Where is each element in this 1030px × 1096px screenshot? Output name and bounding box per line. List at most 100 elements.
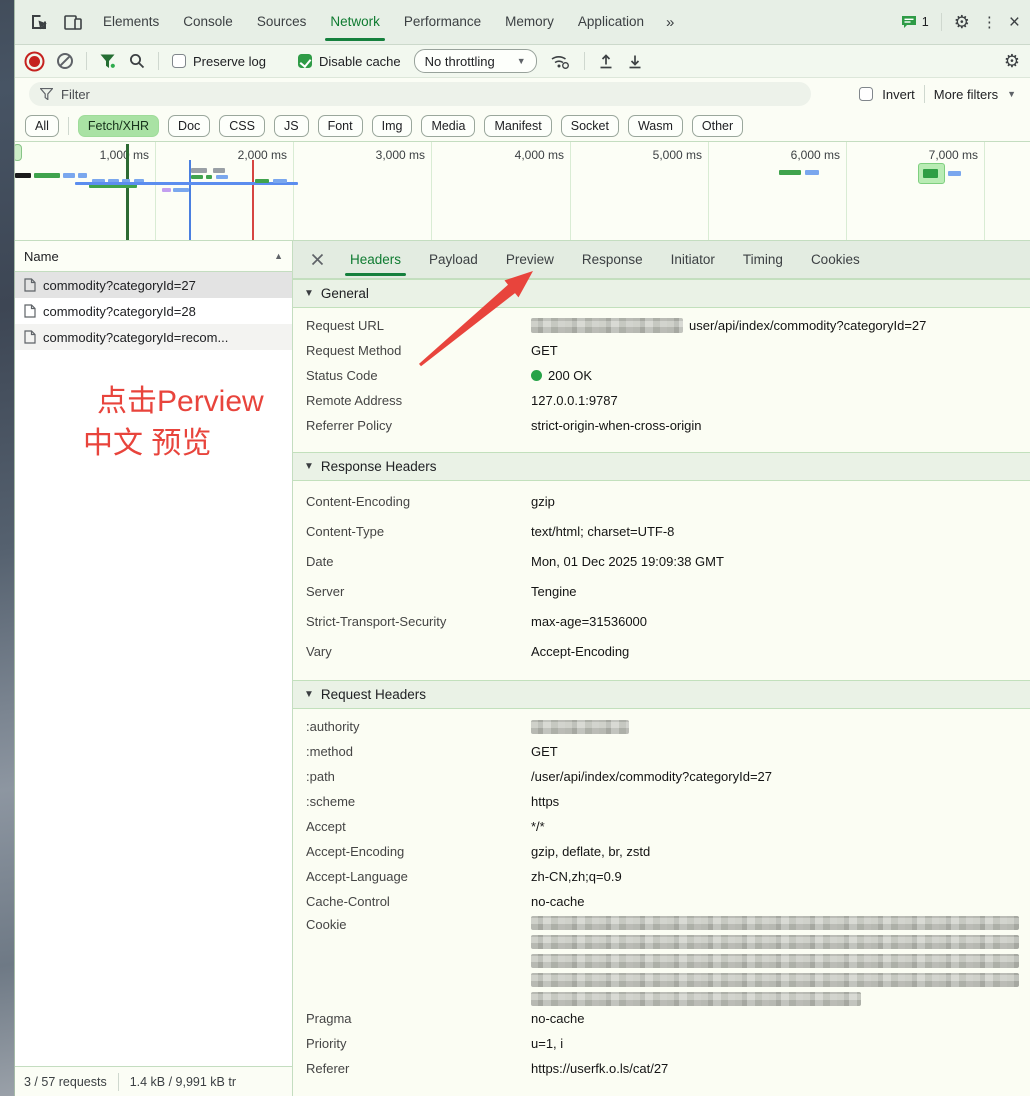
details-tab-payload[interactable]: Payload (429, 241, 478, 278)
details-tab-headers[interactable]: Headers (350, 241, 401, 278)
details-tab-response[interactable]: Response (582, 241, 643, 278)
name-column-header[interactable]: Name ▲ (15, 241, 292, 272)
timeline-tick-label: 3,000 ms (376, 148, 425, 162)
timeline-tick-label: 7,000 ms (929, 148, 978, 162)
network-overview-timeline[interactable]: 1,000 ms2,000 ms3,000 ms4,000 ms5,000 ms… (15, 141, 1030, 241)
header-value-text: gzip (531, 494, 555, 509)
tab-sources[interactable]: Sources (257, 0, 307, 44)
section-header-request-headers[interactable]: ▼Request Headers (293, 680, 1030, 709)
header-name: :scheme (306, 794, 531, 809)
chip-css[interactable]: CSS (219, 115, 265, 137)
details-tab-cookies[interactable]: Cookies (811, 241, 860, 278)
name-column-label: Name (24, 249, 59, 264)
network-settings-gear-icon[interactable]: ⚙ (1004, 51, 1020, 72)
request-row[interactable]: commodity?categoryId=28 (15, 298, 292, 324)
tab-application[interactable]: Application (578, 0, 644, 44)
header-row: Refererhttps://userfk.o.ls/cat/27 (293, 1056, 1030, 1081)
header-name: Accept-Language (306, 869, 531, 884)
chip-wasm[interactable]: Wasm (628, 115, 683, 137)
header-row: Priorityu=1, i (293, 1031, 1030, 1056)
chip-media[interactable]: Media (421, 115, 475, 137)
header-value-text: https://userfk.o.ls/cat/27 (531, 1061, 668, 1076)
disclosure-triangle-icon: ▼ (304, 288, 314, 299)
header-row: :schemehttps (293, 789, 1030, 814)
tab-console[interactable]: Console (183, 0, 233, 44)
import-har-icon[interactable] (598, 53, 614, 70)
tab-network[interactable]: Network (330, 0, 380, 44)
header-row: :methodGET (293, 739, 1030, 764)
redacted-text (531, 992, 861, 1006)
header-value: GET (531, 343, 558, 358)
tab-performance[interactable]: Performance (404, 0, 481, 44)
device-toolbar-icon[interactable] (63, 12, 83, 32)
header-row: Accept-Languagezh-CN,zh;q=0.9 (293, 864, 1030, 889)
waterfall-bar (15, 173, 31, 178)
close-details-icon[interactable] (311, 253, 324, 266)
header-row: Status Code200 OK (293, 363, 1030, 388)
section-title: General (321, 286, 369, 301)
throttling-select[interactable]: No throttling ▼ (414, 49, 537, 73)
header-value: GET (531, 744, 558, 759)
clear-network-log-icon[interactable] (57, 53, 73, 69)
chip-js[interactable]: JS (274, 115, 309, 137)
transferred-size: 1.4 kB / 9,991 kB tr (130, 1075, 236, 1089)
chip-img[interactable]: Img (372, 115, 413, 137)
export-har-icon[interactable] (627, 53, 643, 70)
header-value: strict-origin-when-cross-origin (531, 418, 702, 433)
tab-elements[interactable]: Elements (103, 0, 159, 44)
details-tab-preview[interactable]: Preview (506, 241, 554, 278)
annotation-line-1: 点击Perview (83, 381, 264, 423)
network-conditions-icon[interactable] (550, 53, 571, 70)
chip-doc[interactable]: Doc (168, 115, 210, 137)
chip-socket[interactable]: Socket (561, 115, 619, 137)
section-title: Request Headers (321, 687, 426, 702)
chip-manifest[interactable]: Manifest (484, 115, 551, 137)
section-header-response-headers[interactable]: ▼Response Headers (293, 452, 1030, 481)
divider (924, 85, 925, 103)
header-value-text: strict-origin-when-cross-origin (531, 418, 702, 433)
timeline-tick-label: 2,000 ms (238, 148, 287, 162)
waterfall-bar (191, 168, 207, 173)
header-value: max-age=31536000 (531, 614, 647, 629)
header-row: :authority (293, 714, 1030, 739)
more-panels-icon[interactable]: » (666, 14, 674, 31)
details-tab-timing[interactable]: Timing (743, 241, 783, 278)
header-name: Date (306, 554, 531, 569)
chip-font[interactable]: Font (318, 115, 363, 137)
chip-all[interactable]: All (25, 115, 59, 137)
settings-gear-icon[interactable]: ⚙ (954, 12, 970, 33)
filter-funnel-icon[interactable] (100, 54, 116, 69)
redacted-text (531, 935, 1019, 949)
preserve-log-checkbox[interactable] (172, 54, 186, 68)
header-row: Request URLuser/api/index/commodity?cate… (293, 313, 1030, 338)
header-value: Mon, 01 Dec 2025 19:09:38 GMT (531, 554, 724, 569)
request-details-panel: Headers Payload Preview Response Initiator Ti… (292, 241, 1030, 1096)
timeline-gridline (708, 142, 709, 240)
close-devtools-icon[interactable]: × (1009, 13, 1020, 32)
issues-counter[interactable]: 1 (901, 15, 929, 29)
search-icon[interactable] (129, 53, 145, 69)
request-row[interactable]: commodity?categoryId=27 (15, 272, 292, 298)
filter-input[interactable]: Filter (29, 82, 811, 106)
chip-fetch-xhr[interactable]: Fetch/XHR (78, 115, 159, 137)
details-tab-initiator[interactable]: Initiator (671, 241, 715, 278)
header-row: Content-Typetext/html; charset=UTF-8 (293, 516, 1030, 546)
tab-memory[interactable]: Memory (505, 0, 554, 44)
record-network-log-button[interactable] (29, 56, 40, 67)
overview-drag-handle[interactable] (15, 144, 22, 161)
section-title: Response Headers (321, 459, 437, 474)
header-row: Cookie (293, 914, 1030, 1006)
kebab-menu-icon[interactable]: ⋮ (982, 13, 997, 31)
chip-other[interactable]: Other (692, 115, 743, 137)
request-row[interactable]: commodity?categoryId=recom... (15, 324, 292, 350)
header-row: Content-Encodinggzip (293, 486, 1030, 516)
header-row: Referrer Policystrict-origin-when-cross-… (293, 413, 1030, 438)
issues-count-label: 1 (922, 15, 929, 29)
inspect-element-icon[interactable] (29, 12, 49, 32)
more-filters-button[interactable]: More filters (934, 87, 998, 102)
header-name: Vary (306, 644, 531, 659)
disable-cache-checkbox[interactable] (298, 54, 312, 68)
invert-checkbox[interactable] (859, 87, 873, 101)
header-name: Accept-Encoding (306, 844, 531, 859)
section-header-general[interactable]: ▼ General (293, 279, 1030, 308)
